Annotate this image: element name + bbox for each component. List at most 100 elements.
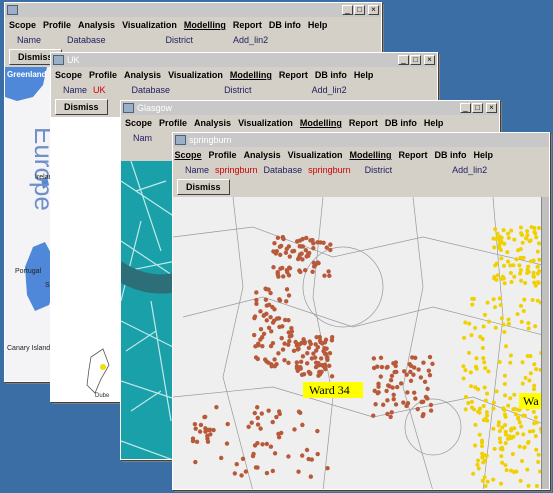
building-dot bbox=[533, 324, 538, 329]
building-dot bbox=[534, 367, 539, 372]
menu-db-info[interactable]: DB info bbox=[385, 118, 417, 128]
building-dot bbox=[321, 364, 327, 369]
menu-profile[interactable]: Profile bbox=[159, 118, 187, 128]
menu-modelling[interactable]: Modelling bbox=[184, 20, 226, 30]
building-dot bbox=[263, 297, 269, 302]
menu-scope[interactable]: Scope bbox=[55, 70, 82, 80]
menu-modelling[interactable]: Modelling bbox=[230, 70, 272, 80]
building-dot bbox=[282, 341, 287, 346]
ward-partial-label: Wa bbox=[523, 394, 539, 408]
menu-analysis[interactable]: Analysis bbox=[244, 150, 281, 160]
menu-analysis[interactable]: Analysis bbox=[78, 20, 115, 30]
building-dot bbox=[525, 467, 530, 472]
maximize-icon[interactable]: □ bbox=[410, 55, 421, 65]
minimize-icon[interactable]: _ bbox=[398, 55, 409, 65]
menu-help[interactable]: Help bbox=[354, 70, 374, 80]
menu-analysis[interactable]: Analysis bbox=[194, 118, 231, 128]
menu-visualization[interactable]: Visualization bbox=[238, 118, 293, 128]
dismiss-button[interactable]: Dismiss bbox=[55, 99, 108, 115]
building-dot bbox=[303, 268, 308, 273]
building-dot bbox=[289, 333, 294, 338]
title-bar[interactable]: springburn bbox=[173, 133, 549, 147]
menu-visualization[interactable]: Visualization bbox=[288, 150, 343, 160]
menu-db-info[interactable]: DB info bbox=[315, 70, 347, 80]
building-dot bbox=[521, 308, 526, 313]
vertical-scrollbar[interactable] bbox=[541, 197, 549, 489]
building-dot bbox=[516, 248, 521, 253]
district-label: District bbox=[364, 165, 393, 175]
close-icon[interactable]: × bbox=[486, 103, 497, 113]
menu-report[interactable]: Report bbox=[233, 20, 262, 30]
building-dot bbox=[481, 324, 486, 329]
menu-bar: Scope Profile Analysis Visualization Mod… bbox=[51, 67, 437, 83]
building-dot bbox=[279, 430, 284, 436]
menu-db-info[interactable]: DB info bbox=[269, 20, 301, 30]
building-dot bbox=[261, 331, 267, 337]
map-springburn[interactable]: Ward 34 Wa bbox=[173, 197, 549, 489]
building-dot bbox=[270, 419, 275, 425]
building-dot bbox=[474, 366, 479, 371]
building-dot bbox=[202, 414, 207, 420]
building-dot bbox=[526, 269, 531, 274]
maximize-icon[interactable]: □ bbox=[472, 103, 483, 113]
menu-scope[interactable]: Scope bbox=[9, 20, 36, 30]
title-bar[interactable]: _ □ × bbox=[5, 3, 381, 17]
dismiss-button[interactable]: Dismiss bbox=[177, 179, 230, 195]
building-dot bbox=[404, 403, 409, 409]
menu-scope[interactable]: Scope bbox=[125, 118, 152, 128]
menu-visualization[interactable]: Visualization bbox=[122, 20, 177, 30]
building-dot bbox=[272, 240, 277, 246]
menu-report[interactable]: Report bbox=[398, 150, 427, 160]
menu-scope[interactable]: Scope bbox=[175, 150, 202, 160]
menu-help[interactable]: Help bbox=[473, 150, 493, 160]
building-dot bbox=[532, 225, 537, 230]
minimize-icon[interactable]: _ bbox=[460, 103, 471, 113]
building-dot bbox=[516, 415, 521, 420]
menu-db-info[interactable]: DB info bbox=[434, 150, 466, 160]
menu-profile[interactable]: Profile bbox=[43, 20, 71, 30]
building-dot bbox=[480, 455, 485, 460]
building-dot bbox=[518, 271, 523, 276]
building-dot bbox=[276, 435, 282, 440]
menu-help[interactable]: Help bbox=[424, 118, 444, 128]
building-dot bbox=[375, 364, 380, 369]
window-title: Glasgow bbox=[137, 103, 173, 113]
building-dot bbox=[269, 364, 274, 369]
menu-help[interactable]: Help bbox=[308, 20, 328, 30]
adjacent-ward-buildings bbox=[461, 225, 549, 489]
building-dot bbox=[484, 453, 489, 458]
building-dot bbox=[531, 429, 536, 434]
building-dot bbox=[427, 373, 433, 378]
close-icon[interactable]: × bbox=[424, 55, 435, 65]
menu-profile[interactable]: Profile bbox=[89, 70, 117, 80]
close-icon[interactable]: × bbox=[368, 5, 379, 15]
building-dot bbox=[532, 421, 537, 426]
building-dot bbox=[376, 384, 381, 389]
title-bar[interactable]: UK _ □ × bbox=[51, 53, 437, 67]
menu-report[interactable]: Report bbox=[349, 118, 378, 128]
title-bar[interactable]: Glasgow _ □ × bbox=[121, 101, 499, 115]
menu-modelling[interactable]: Modelling bbox=[300, 118, 342, 128]
menu-visualization[interactable]: Visualization bbox=[168, 70, 223, 80]
building-dot bbox=[422, 379, 428, 385]
minimize-icon[interactable]: _ bbox=[342, 5, 353, 15]
building-dot bbox=[493, 325, 498, 330]
building-dot bbox=[519, 278, 524, 283]
building-dot bbox=[318, 240, 323, 245]
menu-report[interactable]: Report bbox=[279, 70, 308, 80]
window-springburn[interactable]: springburn Dismiss Scope Profile Analysi… bbox=[172, 132, 550, 490]
menu-modelling[interactable]: Modelling bbox=[349, 150, 391, 160]
building-dot bbox=[526, 439, 531, 444]
building-dot bbox=[483, 398, 488, 403]
building-dot bbox=[503, 463, 508, 468]
building-dot bbox=[305, 350, 310, 356]
menu-analysis[interactable]: Analysis bbox=[124, 70, 161, 80]
window-title: UK bbox=[67, 55, 80, 65]
building-dot bbox=[511, 434, 516, 439]
building-dot bbox=[520, 360, 525, 365]
app-icon bbox=[7, 5, 18, 15]
maximize-icon[interactable]: □ bbox=[354, 5, 365, 15]
building-dot bbox=[479, 444, 484, 449]
menu-profile[interactable]: Profile bbox=[209, 150, 237, 160]
building-dot bbox=[487, 319, 492, 324]
